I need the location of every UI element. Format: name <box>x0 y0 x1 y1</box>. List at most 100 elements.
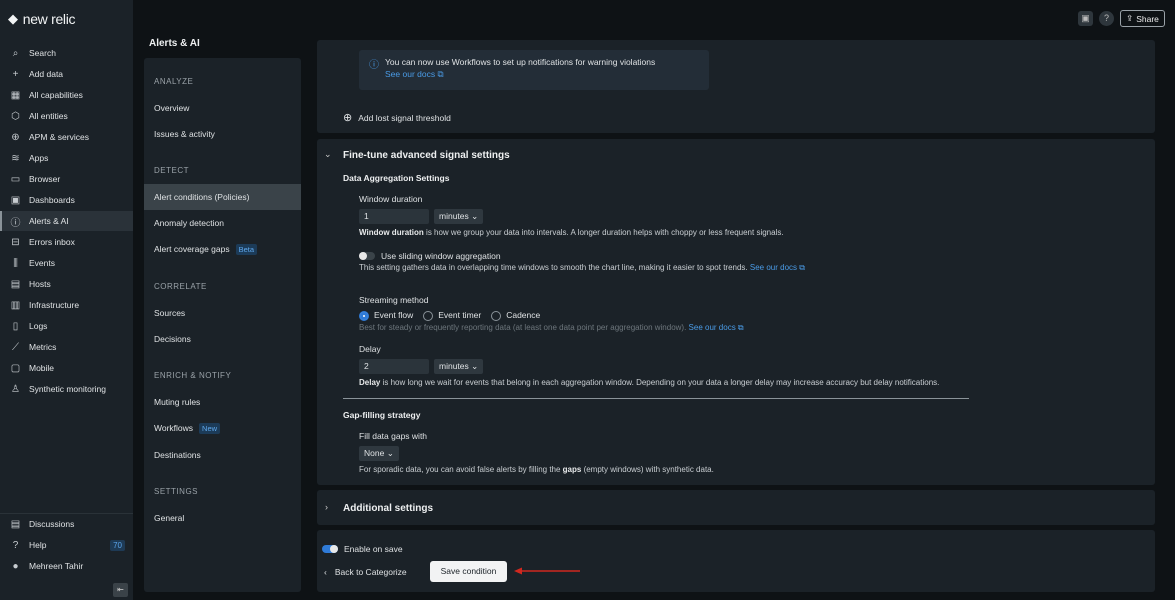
section-label: ENRICH & NOTIFY <box>154 371 232 380</box>
entities-icon: ⬡ <box>11 110 20 122</box>
subnav-item-destinations[interactable]: Destinations <box>144 442 301 468</box>
subnav-item-decisions[interactable]: Decisions <box>144 326 301 352</box>
share-button[interactable]: ⇪ Share <box>1120 10 1165 27</box>
discussions-icon: ▤ <box>10 518 21 530</box>
nav-item-browser[interactable]: ▭ Browser <box>0 169 133 189</box>
share-icon: ⇪ <box>1126 13 1134 23</box>
avatar: ● <box>12 560 19 572</box>
nav-item-discussions[interactable]: ▤ Discussions <box>0 514 133 534</box>
window-help: Window duration is how we group your dat… <box>359 228 784 237</box>
window-duration-input[interactable]: 1 <box>359 209 429 224</box>
see-docs-link[interactable]: See our docs ⧉ <box>385 69 444 80</box>
hosts-icon: ▤ <box>10 278 21 290</box>
alert-icon: ⓘ <box>10 217 21 229</box>
subnav-item-muting-rules[interactable]: Muting rules <box>144 389 301 415</box>
additional-settings-card[interactable] <box>317 490 1155 525</box>
nav-item-help[interactable]: ? Help 70 <box>0 535 133 555</box>
nav-item-hosts[interactable]: ▤ Hosts <box>0 274 133 294</box>
additional-settings-toggle[interactable]: Additional settings <box>343 503 433 514</box>
subnav-item-general[interactable]: General <box>144 505 301 531</box>
subnav-item-alert-coverage-gaps[interactable]: Alert coverage gaps Beta <box>144 236 301 262</box>
logo-icon: ◆ <box>8 11 18 26</box>
nav-item-errors-inbox[interactable]: ⊟ Errors inbox <box>0 232 133 252</box>
synthetic-icon: ♙ <box>11 383 20 395</box>
nav-item-add-data[interactable]: + Add data <box>0 64 133 84</box>
infrastructure-icon: ▥ <box>10 299 21 311</box>
layers-icon: ≋ <box>11 152 20 164</box>
save-condition-button[interactable]: Save condition <box>430 561 507 582</box>
section-label: SETTINGS <box>154 487 199 496</box>
collapse-sidebar-button[interactable]: ⇤ <box>113 583 128 597</box>
logs-icon: ▯ <box>12 320 19 332</box>
primary-sidebar: ◆ new relic ⌕ Search + Add data ▦ All capabili… <box>0 0 133 600</box>
browser-icon: ▭ <box>10 173 21 185</box>
info-banner: ⓘ You can now use Workflows to set up no… <box>359 50 709 90</box>
field-label: Window duration <box>359 194 423 204</box>
nav-item-alerts-ai[interactable]: ⓘ Alerts & AI <box>0 211 133 231</box>
window-unit-select[interactable]: minutes ⌄ <box>434 209 484 224</box>
sliding-window-toggle[interactable] <box>359 252 375 260</box>
plus-icon: + <box>12 68 19 80</box>
metrics-icon: ⟋ <box>12 341 19 353</box>
see-docs-link[interactable]: See our docs ⧉ <box>689 323 744 332</box>
see-docs-link[interactable]: See our docs ⧉ <box>750 263 805 272</box>
grid-icon: ▦ <box>10 89 21 101</box>
chevron-right-icon[interactable]: › <box>325 502 328 512</box>
events-icon: ⫼ <box>13 257 18 269</box>
arrow-annotation <box>514 567 580 575</box>
help-icon: ? <box>12 539 19 551</box>
nav-item-synthetic-monitoring[interactable]: ♙ Synthetic monitoring <box>0 379 133 399</box>
gap-fill-select[interactable]: None ⌄ <box>359 446 399 461</box>
help-badge: 70 <box>110 539 125 551</box>
radio-cadence[interactable]: Cadence <box>491 310 540 321</box>
dashboard-icon: ▣ <box>10 194 21 206</box>
logo[interactable]: ◆ new relic <box>8 11 76 27</box>
nav-item-dashboards[interactable]: ▣ Dashboards <box>0 190 133 210</box>
nav-item-search[interactable]: ⌕ Search <box>0 43 133 63</box>
inbox-icon: ⊟ <box>11 236 20 248</box>
fine-tune-toggle[interactable]: Fine-tune advanced signal settings <box>343 150 510 161</box>
subnav-item-alert-conditions-policies[interactable]: Alert conditions (Policies) <box>144 184 301 210</box>
nav-item-apps[interactable]: ≋ Apps <box>0 148 133 168</box>
section-label: ANALYZE <box>154 77 194 86</box>
enable-on-save-toggle[interactable] <box>322 545 338 553</box>
subnav-item-overview[interactable]: Overview <box>144 95 301 121</box>
subnav-item-sources[interactable]: Sources <box>144 300 301 326</box>
plus-circle-icon: ⊕ <box>343 112 353 124</box>
nav-item-apm-services[interactable]: ⊕ APM & services <box>0 127 133 147</box>
subnav-item-anomaly-detection[interactable]: Anomaly detection <box>144 210 301 236</box>
chevron-down-icon[interactable]: ⌄ <box>324 149 332 160</box>
page-title: Alerts & AI <box>149 38 200 49</box>
search-icon: ⌕ <box>12 47 19 59</box>
mobile-icon: ▢ <box>10 362 21 374</box>
subnav-item-issues-activity[interactable]: Issues & activity <box>144 121 301 147</box>
chevron-left-icon: ‹ <box>324 567 327 577</box>
back-button[interactable]: ‹ Back to Categorize <box>324 567 407 577</box>
subnav-item-workflows[interactable]: Workflows New <box>144 415 301 441</box>
streaming-method-radio-group: Event flow Event timer Cadence <box>359 310 540 321</box>
secondary-nav: ANALYZE DETECT CORRELATE ENRICH & NOTIFY SET… <box>144 58 301 592</box>
radio-event-flow[interactable]: Event flow <box>359 310 413 321</box>
nav-item-infrastructure[interactable]: ▥ Infrastructure <box>0 295 133 315</box>
nav-item-events[interactable]: ⫼ Events <box>0 253 133 273</box>
help-icon[interactable]: ? <box>1099 11 1114 26</box>
nav-item-metrics[interactable]: ⟋ Metrics <box>0 337 133 357</box>
nav-item-mobile[interactable]: ▢ Mobile <box>0 358 133 378</box>
section-heading: Data Aggregation Settings <box>343 173 450 183</box>
delay-input[interactable]: 2 <box>359 359 429 374</box>
divider <box>343 398 969 399</box>
new-badge: New <box>199 422 221 434</box>
nav-item-all-entities[interactable]: ⬡ All entities <box>0 106 133 126</box>
nav-item-mehreen-tahir[interactable]: ● Mehreen Tahir <box>0 556 133 576</box>
delay-unit-select[interactable]: minutes ⌄ <box>434 359 484 374</box>
beta-badge: Beta <box>235 243 258 255</box>
radio-event-timer[interactable]: Event timer <box>423 310 481 321</box>
info-icon: ⓘ <box>369 60 379 71</box>
globe-icon: ⊕ <box>11 131 20 143</box>
terminal-icon[interactable]: ▣ <box>1078 11 1093 26</box>
section-label: DETECT <box>154 166 189 175</box>
nav-item-all-capabilities[interactable]: ▦ All capabilities <box>0 85 133 105</box>
section-label: CORRELATE <box>154 282 207 291</box>
add-lost-signal-button[interactable]: ⊕ Add lost signal threshold <box>343 111 451 124</box>
nav-item-logs[interactable]: ▯ Logs <box>0 316 133 336</box>
